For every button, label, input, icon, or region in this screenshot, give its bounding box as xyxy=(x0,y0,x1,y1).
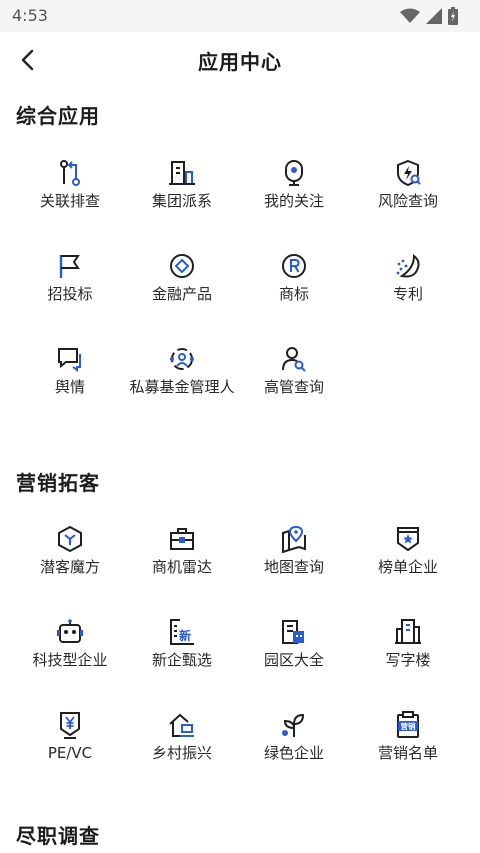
app-label: 专利 xyxy=(392,285,423,303)
app-office-building[interactable]: 写字楼 xyxy=(348,618,468,708)
marketing-clipboard-icon: 营销 xyxy=(394,711,422,739)
app-label: 写字楼 xyxy=(385,651,431,669)
battery-icon xyxy=(448,7,458,25)
risk-shield-icon xyxy=(394,159,422,187)
section-comprehensive: 综合应用 关联排查 集团派系 我的关注 风险查询 招投标 金融产品 商标 专利 … xyxy=(0,88,480,448)
app-relation-check[interactable]: 关联排查 xyxy=(10,159,130,249)
status-time: 4:53 xyxy=(12,6,48,25)
app-label: 园区大全 xyxy=(263,651,324,669)
app-opportunity-radar[interactable]: 商机雷达 xyxy=(122,525,242,615)
app-label: 商标 xyxy=(278,285,309,303)
app-label: 舆情 xyxy=(54,378,85,396)
app-map-query[interactable]: 地图查询 xyxy=(234,525,354,615)
robot-icon xyxy=(56,618,84,646)
app-label: 关联排查 xyxy=(39,192,100,210)
app-private-fund[interactable]: 私募基金管理人 xyxy=(122,345,242,435)
follow-icon xyxy=(280,159,308,187)
status-bar: 4:53 xyxy=(0,0,480,32)
app-label: 集团派系 xyxy=(151,192,212,210)
app-label: 招投标 xyxy=(47,285,93,303)
app-pe-vc[interactable]: PE/VC xyxy=(10,711,130,801)
app-risk-query[interactable]: 风险查询 xyxy=(348,159,468,249)
section-title: 营销拓客 xyxy=(16,471,100,495)
app-rural-revitalization[interactable]: 乡村振兴 xyxy=(122,711,242,801)
app-new-company-select[interactable]: 新 新企甄选 xyxy=(122,618,242,708)
app-label: 高管查询 xyxy=(263,378,324,396)
wifi-icon xyxy=(400,8,420,24)
app-tech-company[interactable]: 科技型企业 xyxy=(10,618,130,708)
app-trademark[interactable]: 商标 xyxy=(234,252,354,342)
public-opinion-icon xyxy=(56,345,84,373)
app-executive-query[interactable]: 高管查询 xyxy=(234,345,354,435)
section-due-diligence: 尽职调查 xyxy=(0,808,480,853)
app-label: PE/VC xyxy=(47,744,93,762)
app-label: 我的关注 xyxy=(263,192,324,210)
office-building-icon xyxy=(394,618,422,646)
app-label: 商机雷达 xyxy=(151,558,212,576)
app-bidding[interactable]: 招投标 xyxy=(10,252,130,342)
trademark-icon xyxy=(280,252,308,280)
sprout-icon xyxy=(280,711,308,739)
relation-check-icon xyxy=(56,159,84,187)
executive-search-icon xyxy=(280,345,308,373)
cube-icon xyxy=(56,525,84,553)
section-title: 综合应用 xyxy=(16,104,100,128)
app-park-directory[interactable]: 园区大全 xyxy=(234,618,354,708)
app-label: 乡村振兴 xyxy=(151,744,212,762)
yuan-shield-icon xyxy=(56,711,84,739)
group-building-icon xyxy=(168,159,196,187)
marketing-badge-text: 营销 xyxy=(401,721,416,731)
signal-icon xyxy=(426,8,442,24)
app-label: 营销名单 xyxy=(377,744,438,762)
app-group-faction[interactable]: 集团派系 xyxy=(122,159,242,249)
section-marketing: 营销拓客 潜客魔方 商机雷达 地图查询 榜单企业 科技型企业 新 新企甄选 园区… xyxy=(0,455,480,795)
private-fund-icon xyxy=(168,345,196,373)
app-green-company[interactable]: 绿色企业 xyxy=(234,711,354,801)
top-navigation: 应用中心 xyxy=(0,32,480,88)
finance-coin-icon xyxy=(168,252,196,280)
app-marketing-list[interactable]: 营销 营销名单 xyxy=(348,711,468,801)
status-icons xyxy=(400,6,458,26)
briefcase-icon xyxy=(168,525,196,553)
app-label: 风险查询 xyxy=(377,192,438,210)
rural-house-icon xyxy=(168,711,196,739)
app-label: 地图查询 xyxy=(263,558,324,576)
park-building-icon xyxy=(280,618,308,646)
page-title: 应用中心 xyxy=(198,50,282,74)
section-title: 尽职调查 xyxy=(16,824,100,848)
app-ranking-company[interactable]: 榜单企业 xyxy=(348,525,468,615)
app-finance-product[interactable]: 金融产品 xyxy=(122,252,242,342)
patent-icon xyxy=(394,252,422,280)
ranking-badge-icon xyxy=(394,525,422,553)
app-label: 榜单企业 xyxy=(377,558,438,576)
app-public-opinion[interactable]: 舆情 xyxy=(10,345,130,435)
app-label: 绿色企业 xyxy=(263,744,324,762)
bidding-flag-icon xyxy=(56,252,84,280)
app-potential-cube[interactable]: 潜客魔方 xyxy=(10,525,130,615)
app-label: 金融产品 xyxy=(151,285,212,303)
app-label: 科技型企业 xyxy=(32,651,108,669)
svg-text:新: 新 xyxy=(179,628,191,643)
map-pin-icon xyxy=(280,525,308,553)
app-label: 潜客魔方 xyxy=(39,558,100,576)
app-patent[interactable]: 专利 xyxy=(348,252,468,342)
app-my-follow[interactable]: 我的关注 xyxy=(234,159,354,249)
new-company-icon: 新 xyxy=(168,618,196,646)
app-label: 私募基金管理人 xyxy=(129,378,235,396)
app-label: 新企甄选 xyxy=(151,651,212,669)
